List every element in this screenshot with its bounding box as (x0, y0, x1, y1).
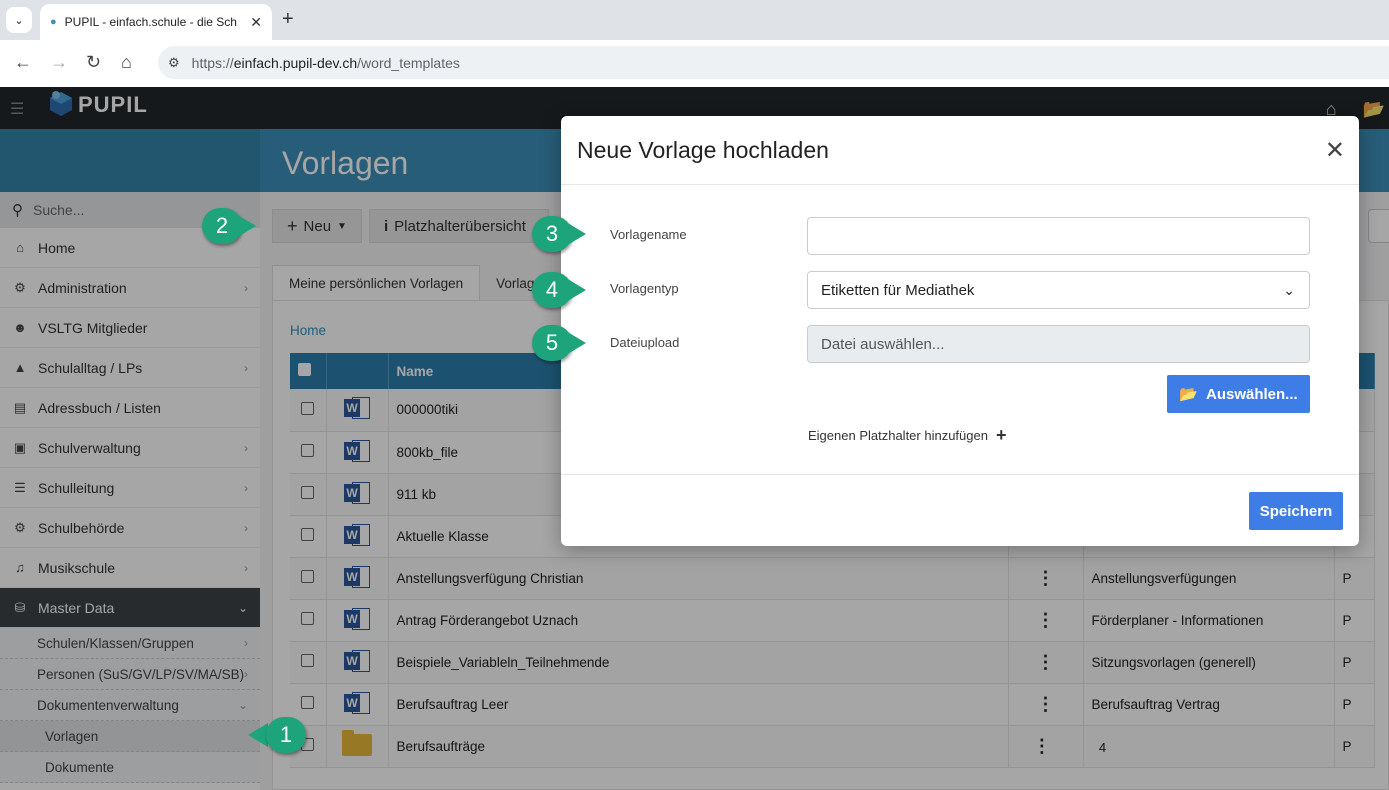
forward-icon[interactable]: → (50, 52, 68, 73)
url-text: https://einfach.pupil-dev.ch/word_templa… (191, 54, 460, 71)
file-upload-field[interactable]: Datei auswählen... (807, 325, 1310, 363)
url-field[interactable]: ⚙ https://einfach.pupil-dev.ch/word_temp… (158, 46, 1389, 79)
favicon-icon: ● (50, 16, 57, 28)
plus-icon: + (995, 425, 1007, 445)
callout-4: 4 (532, 272, 586, 308)
reload-icon[interactable]: ↻ (86, 52, 101, 73)
choose-file-button[interactable]: 📂 Auswählen... (1167, 375, 1310, 413)
template-type-label: Vorlagentyp (610, 281, 679, 296)
tab-title: PUPIL - einfach.schule - die Sch (64, 15, 237, 29)
close-icon[interactable]: ✕ (1325, 136, 1345, 165)
new-tab-button[interactable]: + (282, 8, 294, 31)
callout-3: 3 (532, 216, 586, 252)
callout-1: 1 (248, 717, 306, 753)
folder-open-icon: 📂 (1179, 386, 1198, 403)
back-icon[interactable]: ← (14, 52, 32, 73)
chevron-down-icon: ⌄ (14, 14, 24, 27)
browser-tab[interactable]: ● PUPIL - einfach.schule - die Sch ✕ (40, 4, 272, 40)
template-name-label: Vorlagename (610, 227, 687, 242)
callout-5: 5 (532, 325, 586, 361)
file-upload-label: Dateiupload (610, 335, 680, 350)
upload-template-modal: Neue Vorlage hochladen ✕ Vorlagename Vor… (561, 116, 1359, 546)
modal-title: Neue Vorlage hochladen (577, 137, 829, 163)
tab-search-button[interactable]: ⌄ (6, 7, 32, 33)
chevron-down-icon: ⌄ (1283, 282, 1295, 298)
callout-2: 2 (202, 208, 256, 244)
home-icon[interactable]: ⌂ (121, 52, 132, 73)
template-type-select[interactable]: Etiketten für Mediathek ⌄ (807, 271, 1310, 309)
site-settings-icon[interactable]: ⚙ (168, 55, 180, 71)
save-button[interactable]: Speichern (1249, 492, 1343, 530)
add-placeholder-link[interactable]: Eigenen Platzhalter hinzufügen + (808, 425, 1006, 446)
browser-tabbar: ⌄ ● PUPIL - einfach.schule - die Sch ✕ + (0, 0, 1389, 40)
address-bar-row: ← → ↻ ⌂ ⚙ https://einfach.pupil-dev.ch/w… (0, 40, 1389, 87)
template-name-input[interactable] (807, 217, 1310, 255)
close-tab-icon[interactable]: ✕ (250, 14, 262, 31)
